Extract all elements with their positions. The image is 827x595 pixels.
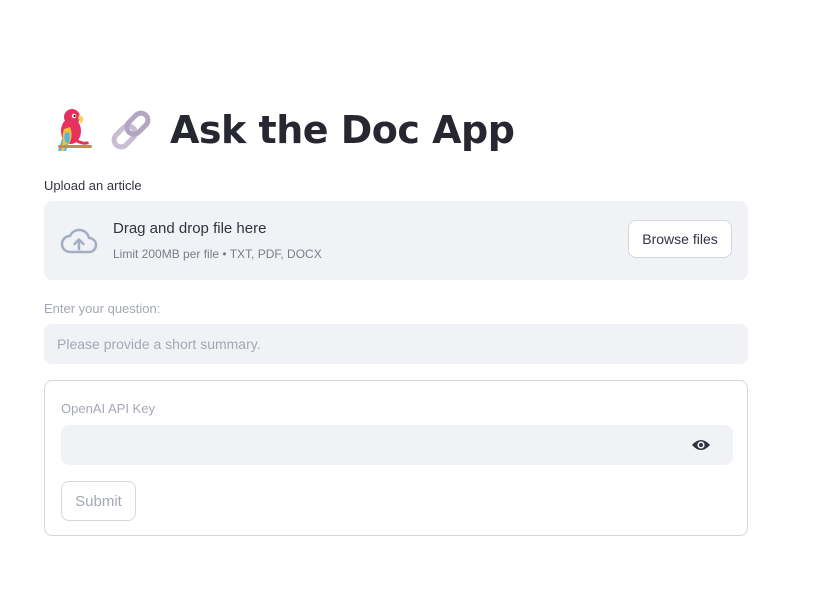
cloud-upload-icon xyxy=(60,227,98,260)
eye-icon[interactable] xyxy=(691,437,711,458)
question-label: Enter your question: xyxy=(44,301,161,316)
submit-button[interactable]: Submit xyxy=(61,481,136,521)
upload-label: Upload an article xyxy=(44,178,142,193)
api-key-input[interactable] xyxy=(61,425,733,465)
link-emoji-icon xyxy=(108,107,154,153)
title-text: Ask the Doc App xyxy=(170,108,515,152)
api-key-form: OpenAI API Key Submit xyxy=(44,380,748,536)
dropzone-hint: Limit 200MB per file • TXT, PDF, DOCX xyxy=(113,247,322,261)
question-input[interactable]: Please provide a short summary. xyxy=(44,324,748,364)
dropzone-title: Drag and drop file here xyxy=(113,220,267,237)
page-title: Ask the Doc App xyxy=(50,102,515,158)
app-page: Ask the Doc App Upload an article Drag a… xyxy=(0,0,827,595)
parrot-emoji-icon xyxy=(50,107,92,153)
file-dropzone[interactable]: Drag and drop file here Limit 200MB per … xyxy=(44,201,748,280)
api-key-label: OpenAI API Key xyxy=(61,401,155,416)
browse-files-button[interactable]: Browse files xyxy=(628,220,732,258)
